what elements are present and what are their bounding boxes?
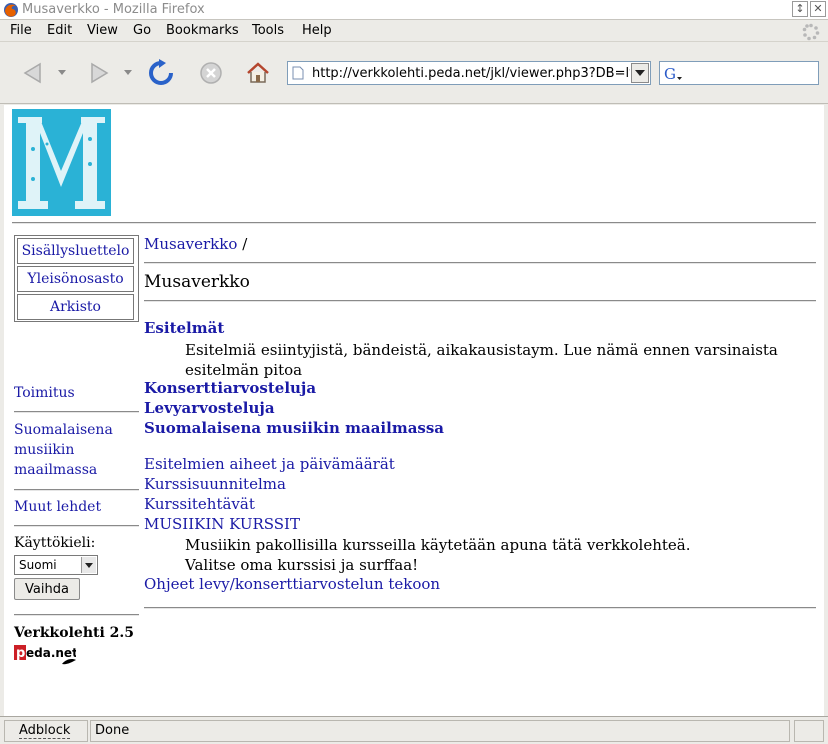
menu-help[interactable]: Help (302, 23, 332, 38)
content-divider (144, 262, 816, 264)
link-ohjeet[interactable]: Ohjeet levy/konserttiarvostelun tekoon (144, 575, 440, 593)
back-icon[interactable] (18, 58, 48, 88)
google-search-icon[interactable]: G (663, 65, 683, 82)
description-line: Valitse oma kurssisi ja surffaa! (185, 556, 419, 574)
sidebar-divider (14, 614, 139, 616)
search-input[interactable] (686, 65, 814, 81)
change-language-button[interactable]: Vaihda (14, 578, 80, 600)
reload-icon[interactable] (146, 58, 176, 88)
kurssit-description: Musiikin pakollisilla kursseilla käytetä… (185, 535, 691, 575)
language-select[interactable]: Suomi (14, 555, 98, 575)
breadcrumb: Musaverkko / (144, 235, 247, 253)
sidebar-link-suomalaisena[interactable]: Suomalaisena musiikin maailmassa (14, 420, 113, 480)
stop-icon[interactable] (196, 58, 226, 88)
link-musiikin-kurssit[interactable]: MUSIIKIN KURSSIT (144, 515, 300, 533)
forward-icon[interactable] (84, 58, 114, 88)
window-titlebar: Musaverkko - Mozilla Firefox ↕ ✕ (0, 0, 828, 20)
menu-view[interactable]: View (87, 23, 118, 38)
menu-bar: File Edit View Go Bookmarks Tools Help (0, 20, 828, 42)
sidebar-divider (14, 411, 139, 413)
home-icon[interactable] (243, 58, 273, 88)
sidebar-nav: Sisällysluettelo Yleisönosasto Arkisto (14, 235, 139, 322)
close-window-button[interactable]: ✕ (810, 1, 826, 17)
breadcrumb-separator: / (242, 235, 248, 253)
window-title: Musaverkko - Mozilla Firefox (22, 2, 205, 17)
content-divider (144, 607, 816, 609)
adblock-label: Adblock (19, 723, 71, 739)
link-konserttiarvosteluja[interactable]: Konserttiarvosteluja (144, 379, 316, 397)
url-bar[interactable] (287, 61, 651, 85)
musaverkko-logo (12, 109, 111, 216)
link-esitelmien-aiheet[interactable]: Esitelmien aiheet ja päivämäärät (144, 455, 395, 473)
sidebar-link-line: maailmassa (14, 462, 98, 478)
sidebar-link-line: musiikin (14, 442, 75, 458)
link-suomalaisena-musiikin-maailmassa[interactable]: Suomalaisena musiikin maailmassa (144, 419, 444, 437)
menu-go[interactable]: Go (133, 23, 151, 38)
link-esitelmat[interactable]: Esitelmät (144, 319, 224, 337)
status-bar: Adblock Done (0, 716, 828, 744)
sidebar-divider (14, 489, 139, 491)
url-input[interactable] (312, 65, 630, 81)
menu-tools[interactable]: Tools (252, 23, 284, 38)
sidebar-link-line: Suomalaisena (14, 422, 113, 438)
page-title: Musaverkko (144, 272, 250, 292)
adblock-button[interactable]: Adblock (4, 720, 88, 742)
version-label: Verkkolehti 2.5 (14, 625, 135, 641)
sidebar-divider (14, 525, 139, 527)
navigation-toolbar: G (0, 42, 828, 104)
menu-file[interactable]: File (10, 23, 32, 38)
back-history-icon[interactable] (58, 70, 66, 76)
language-select-value: Suomi (19, 558, 57, 572)
svg-text:eda.net: eda.net (26, 646, 76, 660)
url-history-button[interactable] (631, 63, 649, 83)
sidebar-item-guestbook[interactable]: Yleisönosasto (17, 266, 134, 292)
sidebar-item-archive[interactable]: Arkisto (17, 294, 134, 320)
throbber-icon (802, 23, 820, 41)
description-line: Esitelmiä esiintyjistä, bändeistä, aikak… (185, 341, 778, 359)
content-divider (144, 300, 816, 302)
status-text: Done (90, 720, 790, 742)
link-kurssitehtavat[interactable]: Kurssitehtävät (144, 495, 255, 513)
page-icon (292, 66, 304, 80)
minimize-button[interactable]: ↕ (792, 1, 808, 17)
peda-net-logo[interactable]: p eda.net (14, 644, 76, 666)
description-line: Musiikin pakollisilla kursseilla käytetä… (185, 536, 691, 554)
firefox-icon (4, 3, 18, 17)
sidebar-link-muut-lehdet[interactable]: Muut lehdet (14, 497, 101, 517)
link-kurssisuunnitelma[interactable]: Kurssisuunnitelma (144, 475, 286, 493)
esitelmat-description: Esitelmiä esiintyjistä, bändeistä, aikak… (185, 340, 778, 380)
search-bar[interactable]: G (659, 61, 819, 85)
sidebar-item-contents[interactable]: Sisällysluettelo (17, 238, 134, 264)
link-levyarvosteluja[interactable]: Levyarvosteluja (144, 399, 275, 417)
resize-grip[interactable] (794, 720, 824, 742)
svg-text:p: p (16, 646, 25, 661)
header-divider (12, 222, 816, 224)
chevron-down-icon (635, 70, 645, 76)
svg-text:G: G (664, 65, 676, 82)
menu-bookmarks[interactable]: Bookmarks (166, 23, 239, 38)
description-line: esitelmän pitoa (185, 361, 303, 379)
chevron-down-icon (85, 563, 93, 568)
sidebar-link-toimitus[interactable]: Toimitus (14, 383, 75, 403)
page-content: Sisällysluettelo Yleisönosasto Arkisto T… (0, 105, 828, 716)
language-select-arrow[interactable] (81, 557, 96, 573)
language-label: Käyttökieli: (14, 535, 96, 551)
menu-edit[interactable]: Edit (47, 23, 72, 38)
forward-history-icon[interactable] (124, 70, 132, 76)
breadcrumb-link-musaverkko[interactable]: Musaverkko (144, 235, 237, 253)
